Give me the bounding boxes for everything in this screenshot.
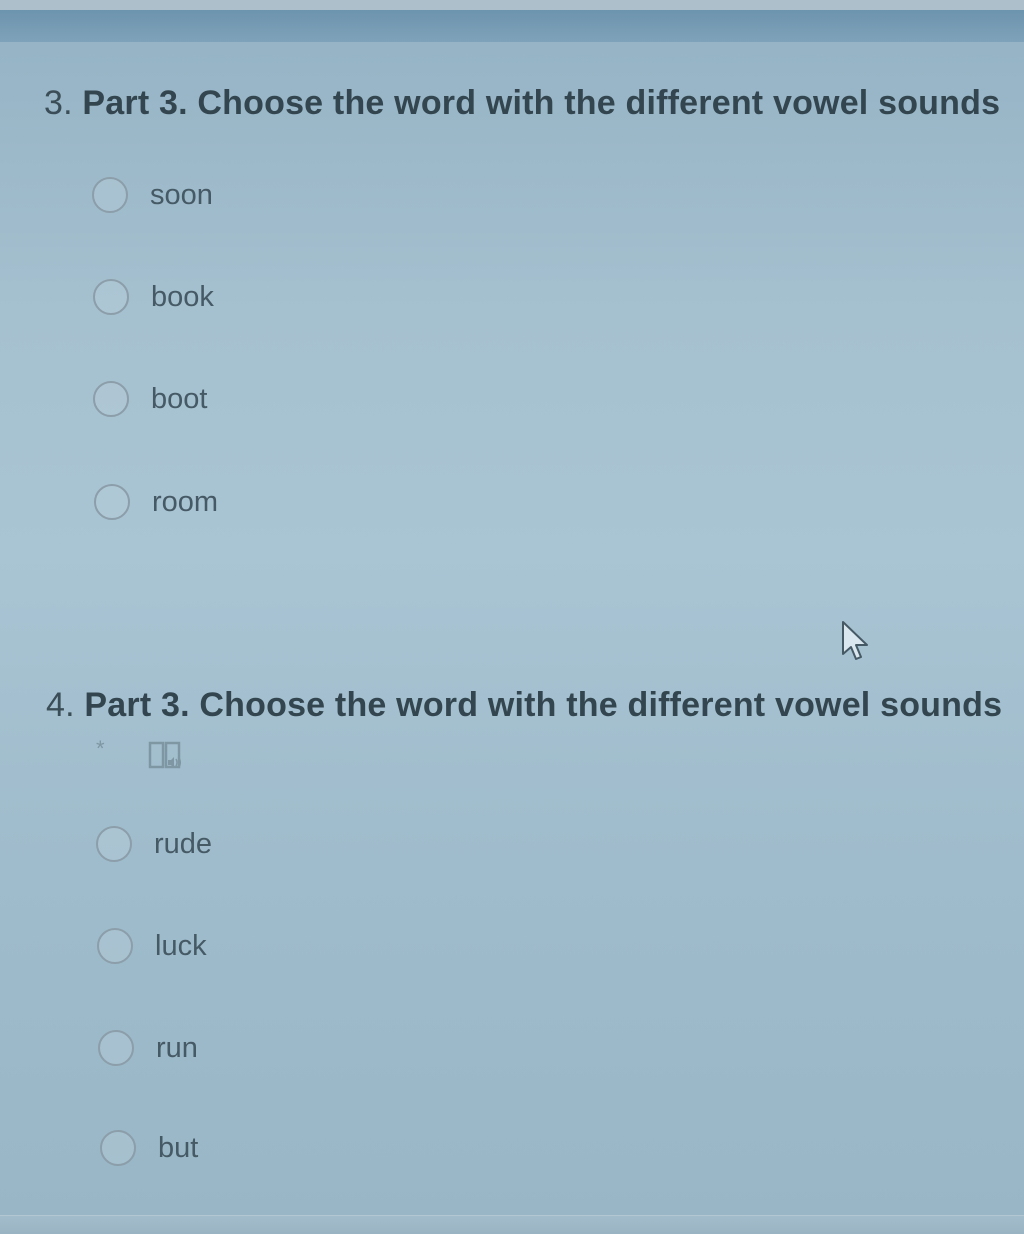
option-label: run [156,1031,198,1064]
radio-button[interactable] [93,381,129,417]
option-boot[interactable]: boot [93,374,207,424]
mouse-cursor-icon [842,621,868,660]
question-number: 4. [46,686,75,724]
option-luck[interactable]: luck [97,921,207,971]
immersive-reader-audio-icon[interactable] [148,740,184,774]
option-room[interactable]: room [94,477,218,527]
bottom-divider [0,1215,1024,1234]
radio-button[interactable] [94,484,130,520]
option-label: soon [150,178,213,211]
radio-button[interactable] [92,177,128,213]
form-header-bar [0,10,1024,42]
option-label: but [158,1131,199,1164]
option-but[interactable]: but [100,1123,198,1173]
option-label: room [152,485,219,518]
top-strip [0,0,1024,10]
option-book[interactable]: book [93,272,214,322]
option-label: luck [155,929,207,962]
option-soon[interactable]: soon [92,170,213,220]
question-number: 3. [44,84,73,122]
question-text: Part 3. Choose the word with the differe… [84,686,1003,724]
option-label: book [151,280,214,313]
option-label: rude [154,827,213,860]
radio-button[interactable] [96,826,132,862]
radio-button[interactable] [97,928,133,964]
question-text: Part 3. Choose the word with the differe… [82,84,1001,122]
radio-button[interactable] [100,1130,136,1166]
question-title: 3. Part 3. Choose the word with the diff… [44,84,1000,123]
option-rude[interactable]: rude [96,819,212,869]
radio-button[interactable] [93,279,129,315]
required-marker: * [96,736,105,761]
option-label: boot [151,382,208,415]
radio-button[interactable] [98,1030,134,1066]
option-run[interactable]: run [98,1023,198,1073]
question-title: 4. Part 3. Choose the word with the diff… [46,686,1002,725]
